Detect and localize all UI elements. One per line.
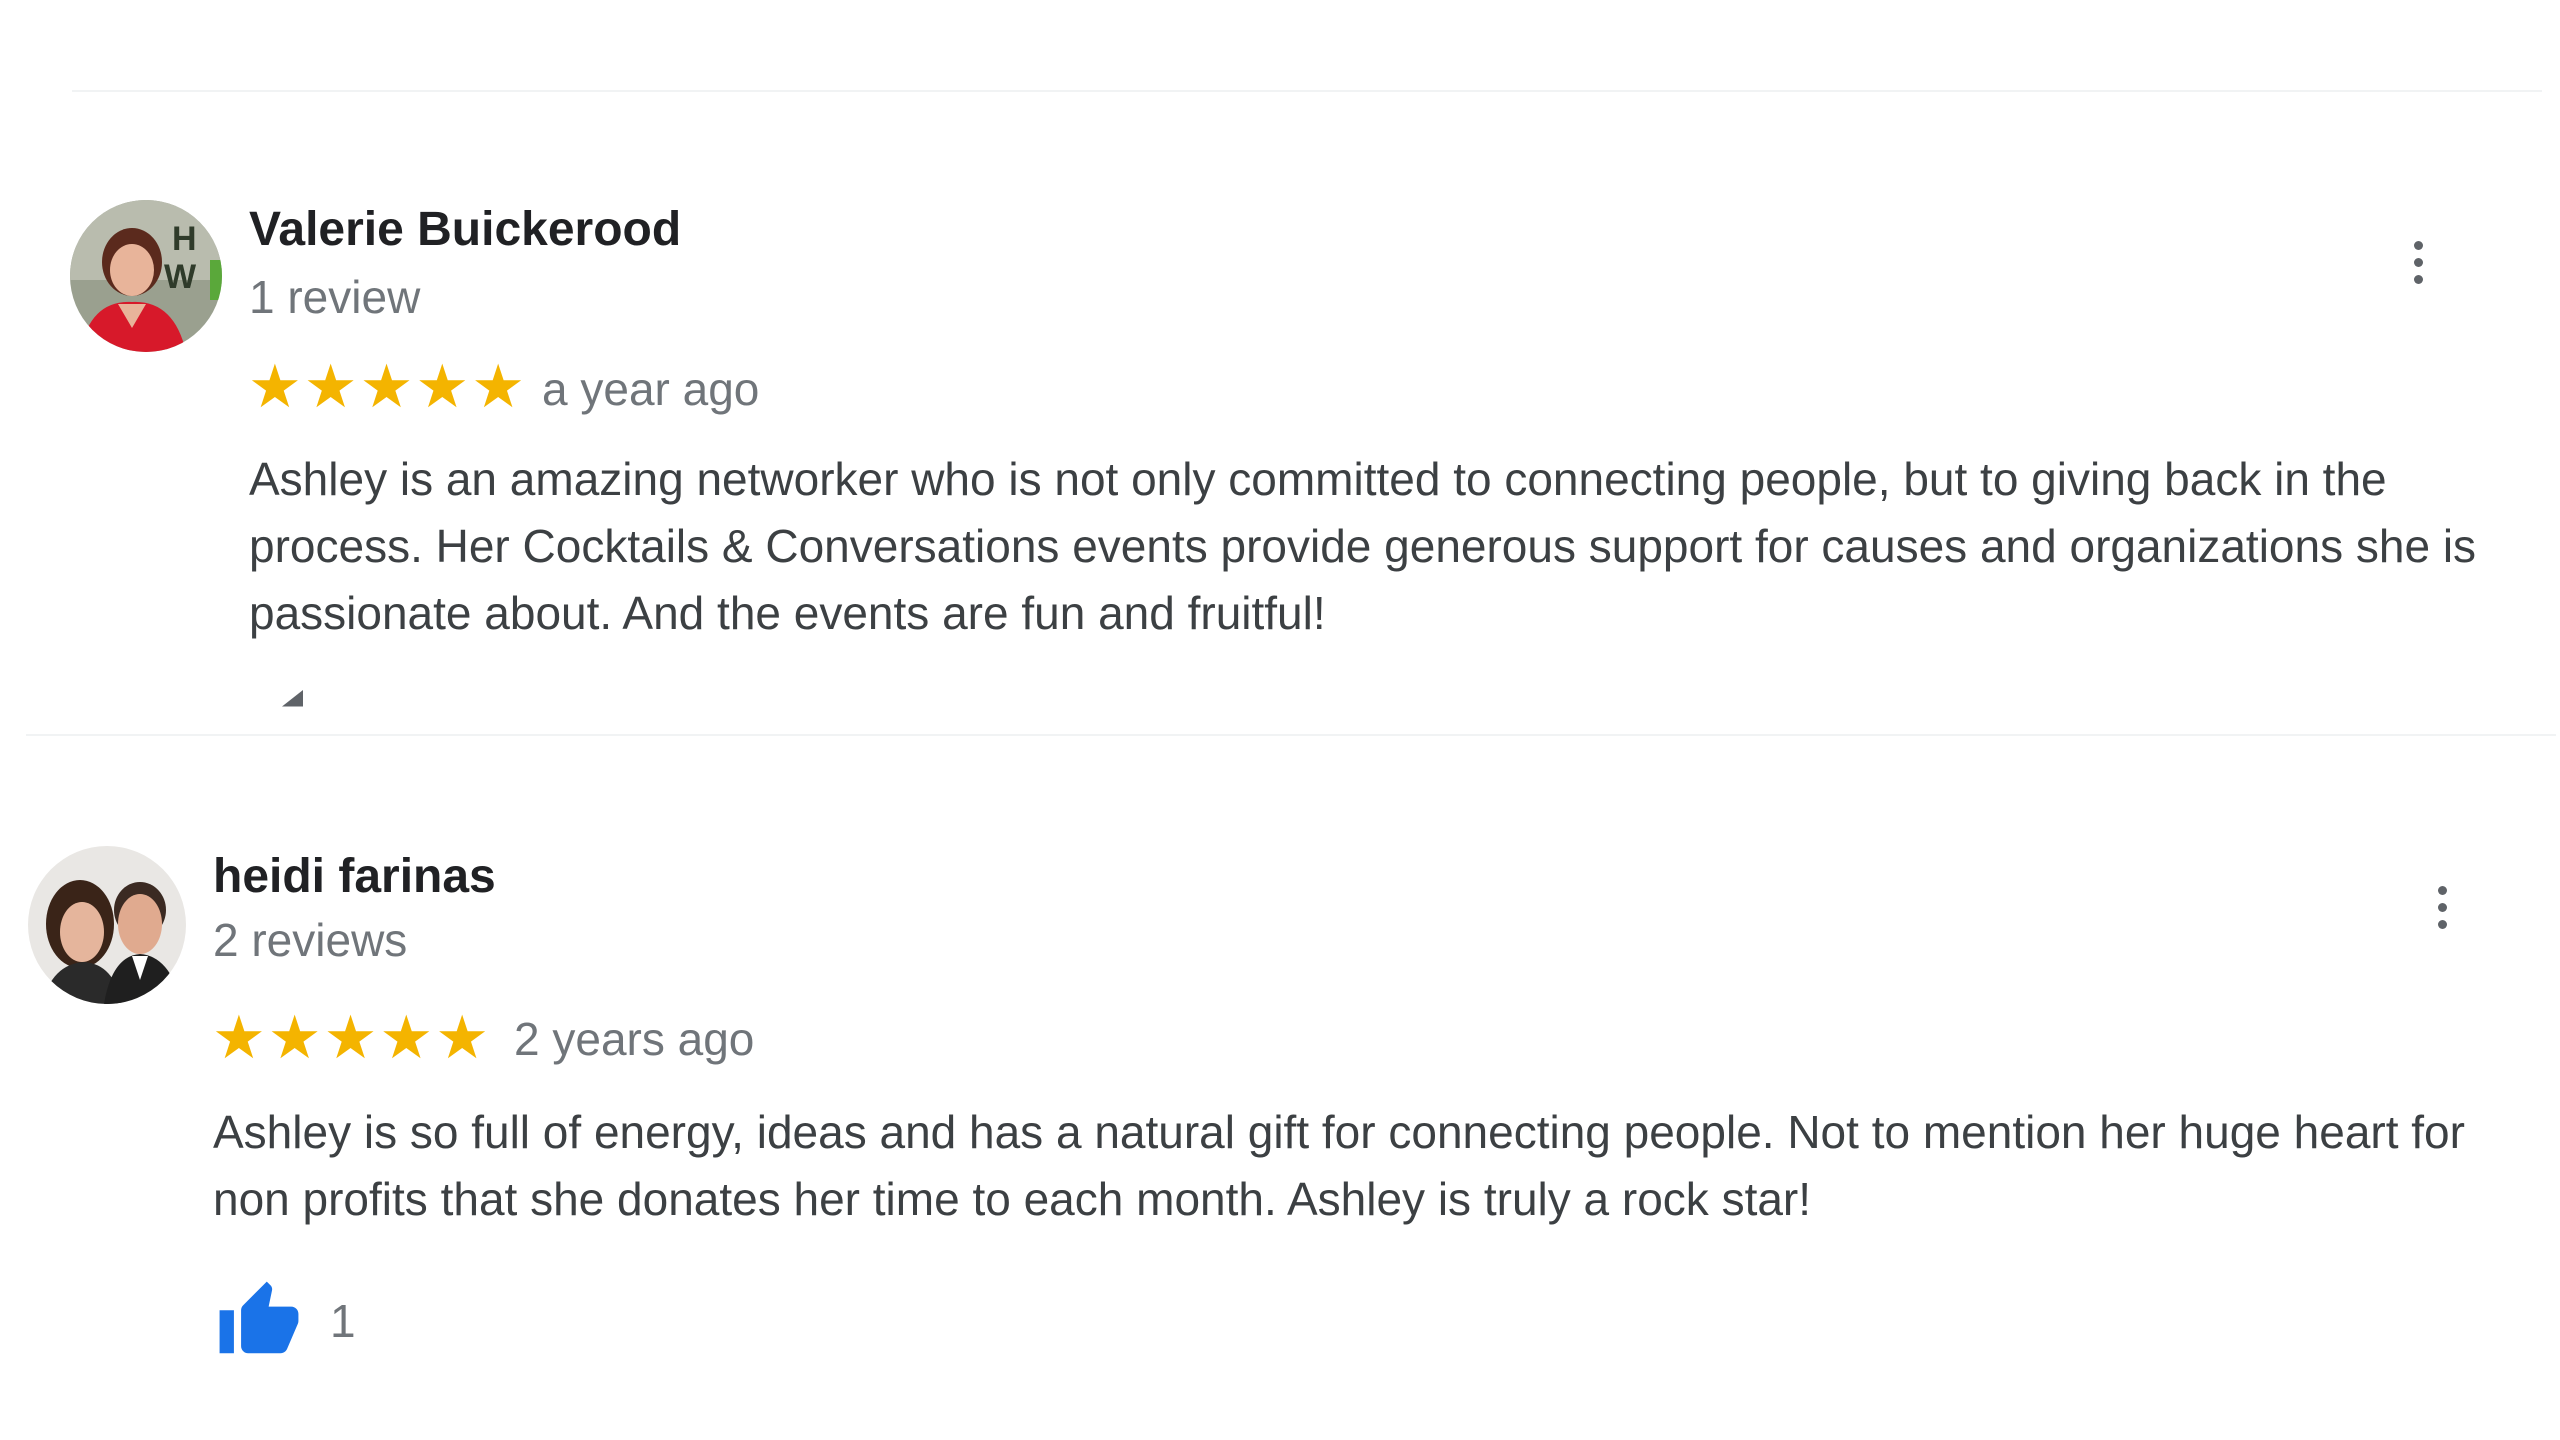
star-icon: ★: [359, 353, 414, 420]
star-icon: ★: [379, 1004, 434, 1071]
reviewer-name[interactable]: heidi farinas: [213, 849, 496, 904]
avatar-photo: H W: [70, 200, 222, 352]
more-vert-icon: [2437, 885, 2447, 895]
reviewer-name[interactable]: Valerie Buickerood: [249, 202, 681, 257]
like-button[interactable]: 1: [214, 1278, 356, 1364]
star-icon: ★: [212, 1004, 266, 1071]
review-count[interactable]: 1 review: [249, 270, 420, 324]
thumbs-up-icon: [219, 1281, 299, 1354]
review-divider: [26, 734, 2556, 736]
more-vert-icon: [2413, 240, 2423, 250]
share-icon[interactable]: [276, 684, 312, 714]
reviews-panel: H W Valerie Buickerood 1 review ★ ★ ★ ★ …: [0, 0, 2560, 1440]
review-text: Ashley is an amazing networker who is no…: [249, 453, 2477, 639]
review-text: Ashley is so full of energy, ideas and h…: [213, 1106, 2465, 1225]
review-date: a year ago: [542, 363, 760, 415]
more-options-button[interactable]: [2398, 222, 2438, 302]
avatar-photo: [28, 846, 186, 1004]
top-divider: [72, 90, 2542, 92]
like-count: 1: [330, 1295, 356, 1347]
avatar[interactable]: H W: [70, 200, 222, 352]
svg-text:W: W: [164, 258, 197, 296]
star-rating: ★ ★ ★ ★ ★: [212, 1008, 489, 1068]
avatar[interactable]: [28, 846, 186, 1004]
star-icon: ★: [415, 353, 470, 420]
star-icon: ★: [303, 353, 358, 420]
star-icon: ★: [435, 1004, 489, 1071]
svg-text:H: H: [172, 220, 197, 258]
review-count[interactable]: 2 reviews: [213, 913, 407, 967]
review-date: 2 years ago: [514, 1013, 755, 1065]
star-rating: ★ ★ ★ ★ ★: [248, 357, 525, 417]
star-icon: ★: [267, 1004, 322, 1071]
star-icon: ★: [248, 353, 302, 420]
star-icon: ★: [323, 1004, 378, 1071]
star-icon: ★: [471, 353, 525, 420]
more-options-button[interactable]: [2422, 867, 2462, 947]
